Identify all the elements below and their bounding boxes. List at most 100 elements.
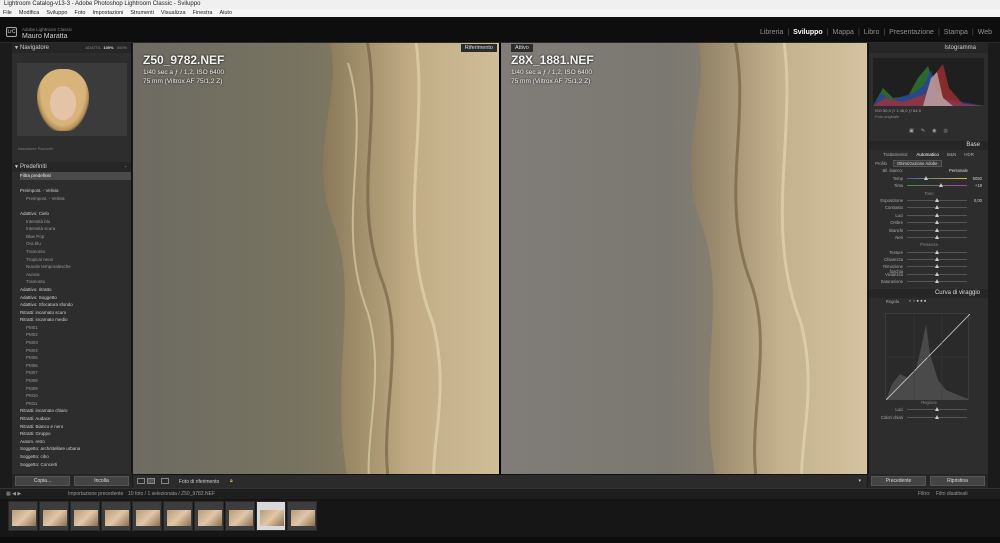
module-libreria[interactable]: Libreria — [760, 29, 783, 36]
module-libro[interactable]: Libro — [864, 29, 880, 36]
tone-knob[interactable] — [935, 220, 939, 225]
preset-item[interactable]: PM06 — [20, 362, 131, 370]
preset-item[interactable]: Preimpost. - Velivia — [20, 187, 131, 195]
reference-pane[interactable]: Riferimento Z50_9782.NEF 1/40 sec a ƒ / … — [133, 43, 499, 474]
menu-item[interactable]: Visualizza — [161, 9, 186, 17]
filmstrip-thumbnail[interactable] — [287, 501, 317, 531]
preset-item[interactable]: PM03 — [20, 339, 131, 347]
loupe-view-icon[interactable] — [137, 478, 145, 484]
tone-knob[interactable] — [935, 197, 939, 202]
paste-button[interactable]: Incolla — [74, 476, 129, 486]
left-edge-handle[interactable] — [0, 43, 12, 488]
add-preset-icon[interactable]: + — [125, 162, 127, 172]
preset-item[interactable]: Intensità blu — [20, 218, 131, 226]
profile-row[interactable]: Profilo Ottimizzazione Adobe — [869, 160, 988, 167]
preset-item[interactable]: Intensità scura — [20, 225, 131, 233]
preset-item[interactable]: Ritratti: Audace — [20, 415, 131, 423]
tone-slider[interactable]: Neri — [869, 234, 988, 241]
presence-slider[interactable]: Rimozione foschia — [869, 263, 988, 274]
preset-item[interactable]: Soggetto: arch/stellare urbana — [20, 445, 131, 453]
preset-item[interactable]: Ritratti: Bianco e nero — [20, 423, 131, 431]
zoom-fit[interactable]: ADATTA — [85, 45, 100, 50]
presets-header[interactable]: ▼ Predefiniti + — [12, 162, 131, 172]
preset-item[interactable]: Ritratti: Gruppo — [20, 430, 131, 438]
mask-icon[interactable]: ◎ — [943, 128, 947, 138]
tone-knob[interactable] — [935, 234, 939, 239]
wb-select[interactable]: Personale — [949, 168, 968, 173]
wb-row[interactable]: Bil. bianco: Personale — [869, 167, 988, 174]
preset-item[interactable]: Preimpost. - Velivia — [20, 195, 131, 203]
tone-knob[interactable] — [935, 205, 939, 210]
menu-item[interactable]: Finestra — [193, 9, 213, 17]
presence-knob[interactable] — [935, 249, 939, 254]
compare-view[interactable]: Riferimento Z50_9782.NEF 1/40 sec a ƒ / … — [133, 43, 867, 474]
histogram-header[interactable]: Istogramma — [869, 43, 988, 53]
compare-view-icon[interactable] — [147, 478, 155, 484]
module-stampa[interactable]: Stampa — [944, 29, 968, 36]
right-edge-handle[interactable] — [988, 43, 1000, 488]
tone-slider[interactable]: Luci — [869, 212, 988, 219]
filmstrip-thumbnail[interactable] — [132, 501, 162, 531]
temp-value[interactable]: 5050 — [973, 176, 982, 181]
filmstrip-thumbnail[interactable] — [256, 501, 286, 531]
preset-item[interactable]: PM02 — [20, 331, 131, 339]
preset-item[interactable]: Adattivo: Sfocatura sfondo — [20, 301, 131, 309]
preset-item[interactable]: PM09 — [20, 385, 131, 393]
tone-knob[interactable] — [935, 227, 939, 232]
tone-curve-header[interactable]: Curva di viraggio — [869, 288, 988, 298]
module-presentazione[interactable]: Presentazione — [889, 29, 934, 36]
toolbar-menu-icon[interactable]: ▾ — [858, 478, 861, 484]
presence-knob[interactable] — [935, 271, 939, 276]
filmstrip-thumbnail[interactable] — [101, 501, 131, 531]
curve-channel-icons[interactable]: ◐ ○ ● ● ● — [909, 298, 926, 303]
preset-item[interactable]: Autom. retro — [20, 438, 131, 446]
zoom-100[interactable]: 100% — [103, 45, 113, 50]
region-knob[interactable] — [935, 407, 939, 412]
tint-knob[interactable] — [939, 183, 943, 188]
preset-item[interactable]: Adattivo: Cielo — [20, 210, 131, 218]
presence-slider[interactable]: Saturazione — [869, 278, 988, 285]
lock-icon[interactable]: 🔒︎ — [230, 478, 233, 484]
before-after-icon[interactable] — [161, 478, 169, 484]
preset-item[interactable]: PM07 — [20, 369, 131, 377]
preset-item[interactable]: Tropical neon — [20, 256, 131, 264]
treatment-hdr[interactable]: HDR — [964, 150, 974, 160]
identity-user[interactable]: Mauro Maratta — [22, 33, 68, 40]
preset-item[interactable]: PM11 — [20, 400, 131, 408]
tint-slider[interactable]: Tinta +18 — [869, 182, 988, 189]
menu-item[interactable]: Impostazioni — [92, 9, 123, 17]
copy-button[interactable]: Copia... — [15, 476, 70, 486]
navigator-preview[interactable] — [17, 63, 127, 136]
profile-select[interactable]: Ottimizzazione Adobe — [893, 160, 942, 167]
temp-slider[interactable]: Temp 5050 — [869, 175, 988, 182]
tone-slider[interactable]: Bianchi — [869, 227, 988, 234]
presence-slider[interactable]: Chiarezza — [869, 256, 988, 263]
preset-item[interactable]: Adattivo: ritratto — [20, 286, 131, 294]
preset-item[interactable] — [20, 180, 131, 188]
preset-item[interactable]: PM05 — [20, 354, 131, 362]
menu-item[interactable]: Strumenti — [130, 9, 154, 17]
preset-item[interactable]: Aurora — [20, 271, 131, 279]
tone-slider[interactable]: Contrasto — [869, 204, 988, 211]
preset-item[interactable] — [20, 202, 131, 210]
preset-item[interactable]: Blue Pop — [20, 233, 131, 241]
module-mappa[interactable]: Mappa — [833, 29, 854, 36]
region-slider[interactable]: Luci — [869, 406, 988, 413]
previous-button[interactable]: Precedente — [871, 476, 926, 486]
preset-item[interactable]: Ritratti: incarnato scuro — [20, 309, 131, 317]
preset-item[interactable]: Filtra predefiniti — [20, 172, 131, 180]
spot-removal-icon[interactable]: ✎ — [921, 128, 925, 138]
presence-knob[interactable] — [935, 264, 939, 269]
filmstrip-thumbnail[interactable] — [163, 501, 193, 531]
menu-item[interactable]: Aiuto — [219, 9, 232, 17]
preset-item[interactable]: Soggetto: cibo — [20, 453, 131, 461]
presence-slider[interactable]: Vividezza — [869, 271, 988, 278]
preset-item[interactable]: Adattivo: Soggetto — [20, 294, 131, 302]
treatment-bw[interactable]: B&N — [947, 150, 956, 160]
filmstrip-thumbnail[interactable] — [8, 501, 38, 531]
tint-value[interactable]: +18 — [975, 183, 982, 188]
module-web[interactable]: Web — [978, 29, 992, 36]
red-eye-icon[interactable]: ◉ — [932, 128, 936, 138]
preset-item[interactable]: Ora blu — [20, 240, 131, 248]
module-sviluppo[interactable]: Sviluppo — [793, 29, 823, 36]
